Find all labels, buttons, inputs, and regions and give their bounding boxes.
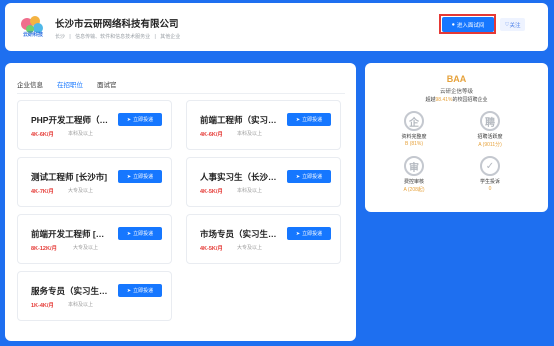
apply-label: 立即投递 (133, 231, 154, 237)
job-card[interactable]: 前端工程师（实习生... 4K-6K/月 本科及以上 ➤ 立即投递 (186, 100, 341, 150)
apply-label: 立即投递 (302, 174, 323, 180)
job-title[interactable]: 前端工程师（实习生... (200, 114, 280, 126)
metric-value: B (81%) (404, 141, 424, 147)
apply-label: 立即投递 (302, 117, 323, 123)
jobs-card: 企业信息 在招职位 面试官 PHP开发工程师（实... 4K-6K/月 本科及以… (5, 63, 356, 341)
grade-desc-percent: 98.41% (435, 97, 453, 103)
apply-button[interactable]: ➤ 立即投递 (118, 227, 162, 240)
apply-label: 立即投递 (302, 231, 323, 237)
tab-company-info[interactable]: 企业信息 (17, 79, 43, 94)
job-title[interactable]: 前端开发工程师 [长沙... (31, 228, 111, 240)
metric-value: A (9011分) (478, 142, 502, 148)
job-title[interactable]: 测试工程师 [长沙市] (31, 171, 111, 183)
metric-label: 学生投诉 (479, 179, 500, 185)
tab-divider (17, 93, 345, 94)
grade-desc-prefix: 超越 (425, 97, 436, 103)
send-icon: ➤ (126, 230, 132, 237)
job-salary: 4K-7K/月 (31, 189, 54, 195)
logo-text: 云研科技 (22, 32, 43, 38)
credit-grade: BAA (446, 74, 467, 84)
job-title[interactable]: 市场专员（实习生）... (200, 228, 280, 240)
follow-button[interactable]: ♡ 关注 (500, 18, 525, 31)
metric-value: 0 (488, 186, 492, 192)
job-salary: 4K-6K/月 (200, 132, 223, 138)
metric-fee-review: 审 费控审核 A (208起) (384, 156, 444, 193)
apply-button[interactable]: ➤ 立即投递 (118, 170, 162, 183)
job-education: 大专及以上 (68, 188, 94, 194)
apply-button[interactable]: ➤ 立即投递 (287, 113, 331, 126)
job-card[interactable]: 服务专员（实习生）[... 1K-4K/月 本科及以上 ➤ 立即投递 (17, 271, 172, 321)
credit-rating-card: BAA 云研企信等级 超越98.41%的校园招聘企业 企 资料完整度 B (81… (365, 63, 548, 212)
job-education: 本科及以上 (68, 302, 94, 308)
student-icon: ✓ (480, 156, 500, 176)
job-card[interactable]: 测试工程师 [长沙市] 4K-7K/月 大专及以上 ➤ 立即投递 (17, 157, 172, 207)
apply-button[interactable]: ➤ 立即投递 (118, 113, 162, 126)
job-card[interactable]: 人事实习生（长沙）[... 4K-5K/月 本科及以上 ➤ 立即投递 (186, 157, 341, 207)
job-card[interactable]: PHP开发工程师（实... 4K-6K/月 本科及以上 ➤ 立即投递 (17, 100, 172, 150)
company-tags: 长沙 | 信息传输、软件和信息技术服务业 | 其他企业 (55, 33, 183, 40)
apply-button[interactable]: ➤ 立即投递 (287, 227, 331, 240)
job-education: 本科及以上 (237, 131, 263, 137)
tag-divider: | (69, 34, 71, 40)
send-icon: ➤ (126, 287, 132, 294)
metric-label: 资料完整度 (401, 134, 427, 140)
job-salary: 4K-5K/月 (200, 246, 223, 252)
apply-button[interactable]: ➤ 立即投递 (287, 170, 331, 183)
job-education: 本科及以上 (237, 188, 263, 194)
send-icon: ➤ (126, 116, 132, 123)
credit-grade-label: 云研企信等级 (439, 89, 473, 95)
tag-city: 长沙 (55, 34, 66, 40)
tag-industry: 信息传输、软件和信息技术服务业 (75, 34, 151, 40)
metric-student-complaints: ✓ 学生投诉 0 (460, 156, 520, 192)
review-icon: 审 (404, 156, 424, 176)
apply-button[interactable]: ➤ 立即投递 (118, 284, 162, 297)
tag-divider: | (154, 34, 156, 40)
apply-label: 立即投递 (133, 174, 154, 180)
follow-label: 关注 (509, 22, 521, 29)
job-title[interactable]: 人事实习生（长沙）[... (200, 171, 280, 183)
company-header-card: 云研科技 长沙市云研网络科技有限公司 长沙 | 信息传输、软件和信息技术服务业 … (5, 3, 548, 51)
apply-label: 立即投递 (133, 117, 154, 123)
send-icon: ➤ (295, 173, 301, 180)
hiring-icon: 聘 (480, 111, 500, 131)
job-education: 大专及以上 (237, 245, 263, 251)
apply-label: 立即投递 (133, 288, 154, 294)
company-icon: 企 (404, 111, 424, 131)
job-salary: 8K-12K/月 (31, 246, 57, 252)
metric-profile-completeness: 企 资料完整度 B (81%) (384, 111, 444, 147)
grade-desc-suffix: 的校园招聘企业 (452, 97, 488, 103)
job-education: 本科及以上 (68, 131, 94, 137)
metric-value: A (208起) (403, 187, 425, 193)
job-salary: 4K-6K/月 (31, 132, 54, 138)
metric-label: 费控审核 (403, 179, 424, 185)
tab-interviewers[interactable]: 面试官 (97, 79, 117, 94)
job-card[interactable]: 市场专员（实习生）... 4K-5K/月 大专及以上 ➤ 立即投递 (186, 214, 341, 264)
send-icon: ➤ (295, 116, 301, 123)
job-title[interactable]: PHP开发工程师（实... (31, 114, 111, 126)
tab-open-positions[interactable]: 在招职位 (57, 79, 83, 94)
company-name: 长沙市云研网络科技有限公司 (55, 19, 179, 30)
metric-label: 招聘活跃度 (477, 134, 503, 140)
send-icon: ➤ (295, 230, 301, 237)
tab-bar: 企业信息 在招职位 面试官 (17, 79, 117, 94)
job-title[interactable]: 服务专员（实习生）[... (31, 285, 111, 297)
credit-grade-description: 超越98.41%的校园招聘企业 (365, 96, 548, 103)
job-card[interactable]: 前端开发工程师 [长沙... 8K-12K/月 大专及以上 ➤ 立即投递 (17, 214, 172, 264)
highlight-box (439, 14, 496, 34)
job-salary: 1K-4K/月 (31, 303, 54, 309)
send-icon: ➤ (126, 173, 132, 180)
job-salary: 4K-5K/月 (200, 189, 223, 195)
metric-recruiting-activity: 聘 招聘活跃度 A (9011分) (460, 111, 520, 148)
tag-type: 其他企业 (160, 34, 181, 40)
job-education: 大专及以上 (73, 245, 99, 251)
